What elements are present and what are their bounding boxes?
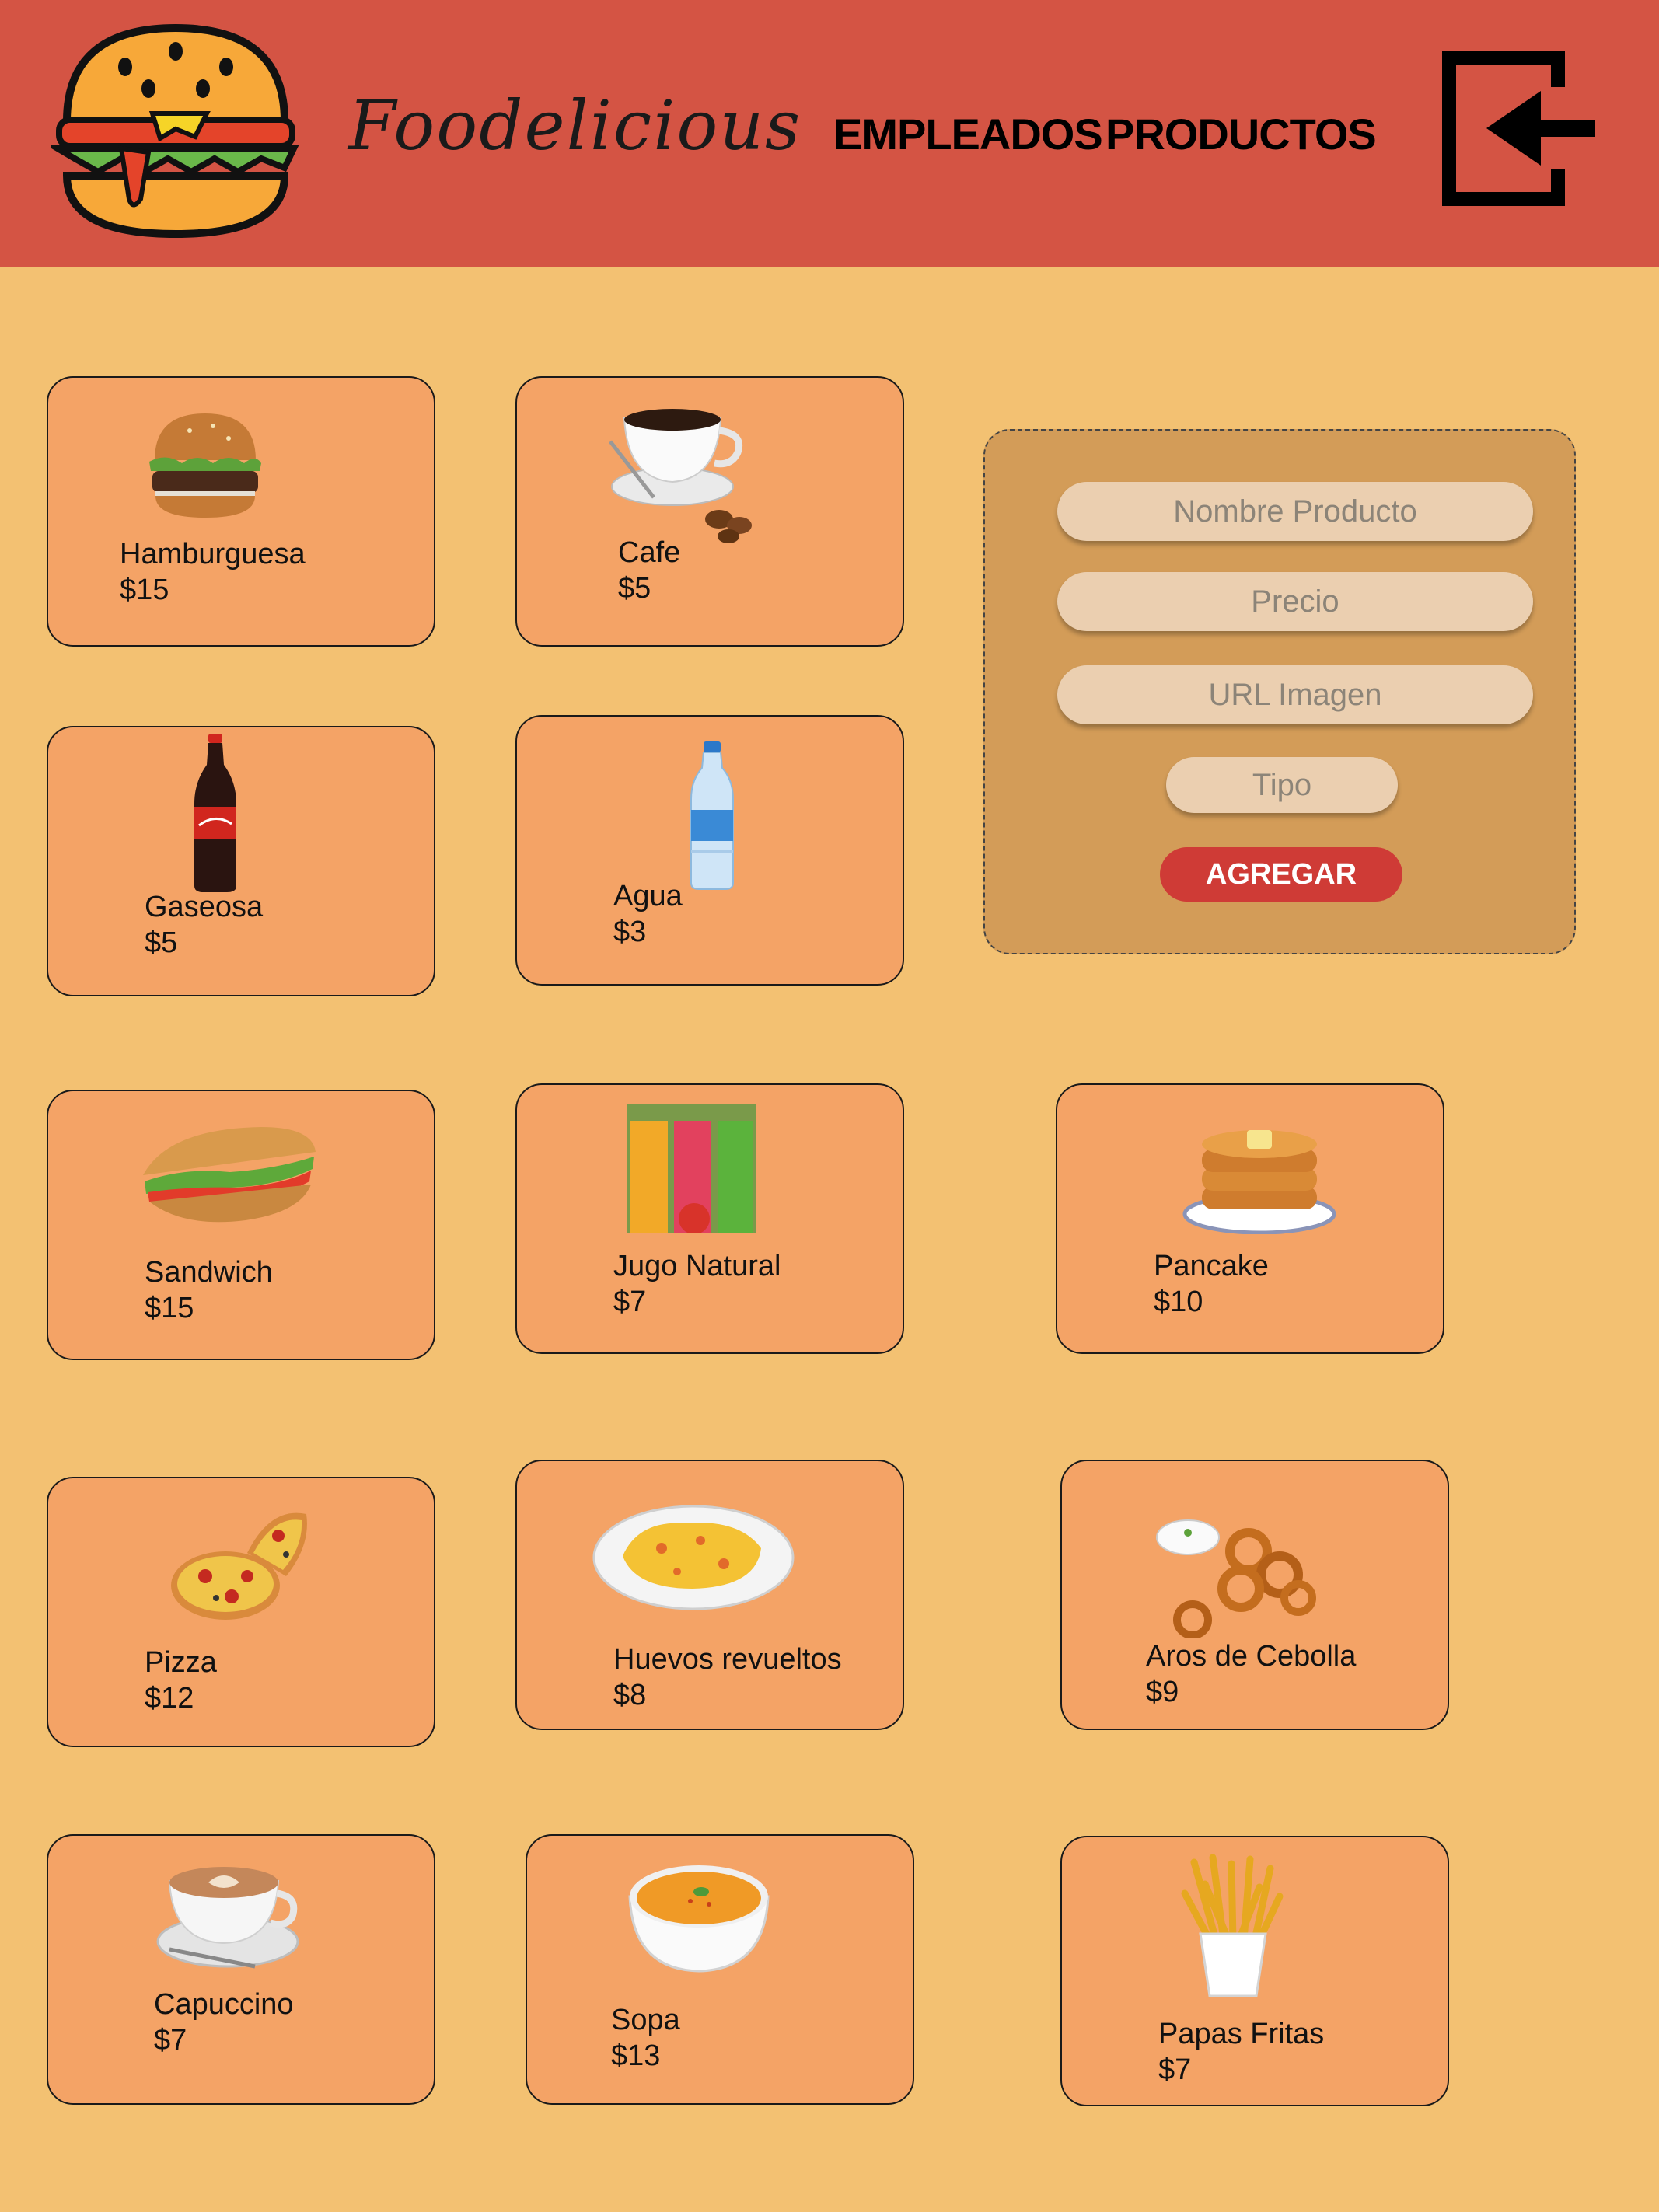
burger-image (149, 413, 261, 518)
product-name: Cafe (618, 536, 681, 569)
product-name: Gaseosa (145, 891, 264, 923)
product-price: $5 (145, 926, 178, 959)
product-card-agua[interactable]: Agua $3 (515, 715, 904, 986)
coffee-cup-image (609, 409, 752, 543)
product-card-aros-de-cebolla[interactable]: Aros de Cebolla $9 (1060, 1460, 1449, 1730)
product-name: Papas Fritas (1158, 2018, 1325, 2050)
product-name: Capuccino (154, 1988, 294, 2021)
product-price: $9 (1146, 1676, 1179, 1708)
product-card-pizza[interactable]: Pizza $12 (47, 1477, 435, 1747)
agregar-button[interactable]: AGREGAR (1160, 847, 1402, 902)
logout-icon[interactable] (1440, 48, 1601, 208)
product-name: Sopa (611, 2004, 680, 2036)
nav-productos-link[interactable]: PRODUCTOS (1105, 109, 1377, 159)
product-card-pancake[interactable]: Pancake $10 (1056, 1083, 1444, 1354)
product-card-gaseosa[interactable]: Gaseosa $5 (47, 726, 435, 996)
product-name-input[interactable] (1057, 482, 1533, 541)
product-name: Agua (613, 880, 683, 912)
product-name: Hamburguesa (120, 538, 306, 570)
product-price: $15 (145, 1292, 194, 1324)
image-url-input[interactable] (1057, 665, 1533, 724)
product-card-jugo-natural[interactable]: Jugo Natural $7 (515, 1083, 904, 1354)
onion-rings-image (1156, 1519, 1316, 1638)
product-card-huevos-revueltos[interactable]: Huevos revueltos $8 (515, 1460, 904, 1730)
product-card-cafe[interactable]: Cafe $5 (515, 376, 904, 647)
product-price: $10 (1154, 1286, 1203, 1318)
product-price: $15 (120, 574, 169, 606)
juice-glasses-image (627, 1104, 756, 1233)
product-price: $5 (618, 572, 651, 605)
product-price: $7 (613, 1286, 647, 1318)
product-name: Huevos revueltos (613, 1643, 842, 1676)
burger-logo-icon (51, 23, 299, 239)
soup-bowl-image (628, 1865, 770, 1973)
product-price: $3 (613, 916, 647, 948)
cappuccino-image (156, 1867, 299, 1969)
nav-empleados-link[interactable]: EMPLEADOS (833, 109, 1103, 159)
scrambled-eggs-image (592, 1505, 795, 1610)
price-input[interactable] (1057, 572, 1533, 631)
pizza-image (171, 1512, 307, 1620)
product-name: Pancake (1154, 1250, 1269, 1282)
product-price: $7 (154, 2024, 187, 2057)
product-price: $7 (1158, 2053, 1192, 2086)
product-card-papas-fritas[interactable]: Papas Fritas $7 (1060, 1836, 1449, 2106)
water-bottle-image (690, 741, 734, 890)
product-name: Aros de Cebolla (1146, 1640, 1357, 1673)
product-card-sopa[interactable]: Sopa $13 (526, 1834, 914, 2105)
brand-title: Foodelicious (348, 85, 802, 166)
sandwich-image (143, 1127, 316, 1223)
top-header: Foodelicious EMPLEADOS PRODUCTOS (0, 0, 1659, 267)
product-card-hamburguesa[interactable]: Hamburguesa $15 (47, 376, 435, 647)
product-price: $8 (613, 1679, 647, 1711)
product-name: Jugo Natural (613, 1250, 781, 1282)
pancake-image (1182, 1130, 1336, 1234)
product-price: $12 (145, 1682, 194, 1715)
soda-bottle-image (194, 734, 236, 892)
french-fries-image (1181, 1854, 1284, 1997)
product-name: Pizza (145, 1646, 217, 1679)
product-price: $13 (611, 2039, 661, 2072)
product-card-sandwich[interactable]: Sandwich $15 (47, 1090, 435, 1360)
product-card-capuccino[interactable]: Capuccino $7 (47, 1834, 435, 2105)
product-name: Sandwich (145, 1256, 273, 1289)
type-input[interactable] (1166, 757, 1398, 813)
